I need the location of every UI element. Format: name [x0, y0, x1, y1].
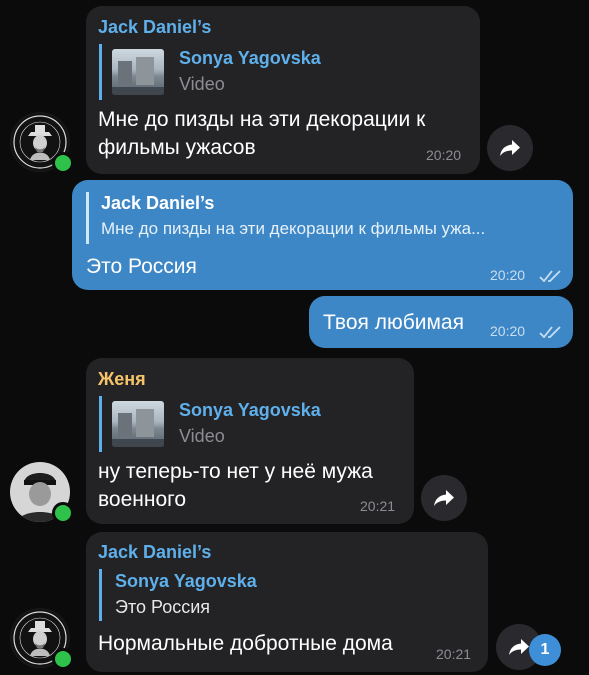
sender-name[interactable]: Jack Daniel’s: [98, 17, 211, 38]
message-bubble-1[interactable]: Jack Daniel’s Sonya Yagovska Video Мне д…: [86, 6, 480, 174]
message-time: 20:21: [360, 498, 396, 514]
reply-preview[interactable]: Sonya Yagovska Это Россия: [99, 569, 257, 621]
unread-count-badge[interactable]: 1: [529, 634, 561, 666]
message-time: 20:20: [490, 323, 526, 339]
forward-icon: [434, 490, 454, 506]
sender-name[interactable]: Женя: [98, 369, 146, 390]
reply-preview[interactable]: Sonya Yagovska Video: [99, 396, 321, 452]
message-text: Это Россия: [86, 255, 197, 278]
online-indicator: [52, 648, 74, 670]
avatar-jack-daniels[interactable]: [10, 608, 74, 670]
reply-snippet: Video: [179, 74, 225, 94]
forward-icon: [509, 639, 529, 655]
forward-button[interactable]: [487, 125, 533, 171]
message-bubble-3[interactable]: Твоя любимая 20:20: [309, 296, 573, 348]
online-indicator: [52, 502, 74, 524]
message-line: ну теперь-то нет у неё мужа: [98, 460, 373, 483]
message-line: военного: [98, 488, 187, 511]
message-time: 20:20: [490, 267, 526, 283]
reply-author: Sonya Yagovska: [115, 571, 257, 591]
message-bubble-2[interactable]: Jack Daniel’s Мне до пизды на эти декора…: [72, 180, 573, 290]
message-text: Мне до пизды на эти декорации к фильмы у…: [98, 106, 425, 162]
video-thumbnail: [112, 401, 164, 447]
sender-name[interactable]: Jack Daniel’s: [98, 542, 211, 563]
message-text: Нормальные добротные дома: [98, 632, 393, 655]
message-text: Твоя любимая: [323, 311, 464, 334]
message-line: фильмы ужасов: [98, 136, 256, 159]
reply-author: Sonya Yagovska: [179, 48, 321, 68]
message-text: ну теперь-то нет у неё мужа военного: [98, 458, 373, 514]
reply-snippet: Это Россия: [115, 597, 211, 617]
avatar-jack-daniels[interactable]: [10, 112, 74, 174]
online-indicator: [52, 152, 74, 174]
reply-author: Jack Daniel’s: [101, 193, 215, 213]
double-check-icon: [539, 270, 561, 283]
reply-preview[interactable]: Jack Daniel’s Мне до пизды на эти декора…: [86, 192, 485, 244]
message-line: Мне до пизды на эти декорации к: [98, 108, 426, 131]
forward-button[interactable]: [421, 475, 467, 521]
message-bubble-4[interactable]: Женя Sonya Yagovska Video ну теперь-то н…: [86, 358, 414, 524]
reply-preview[interactable]: Sonya Yagovska Video: [99, 44, 321, 100]
video-thumbnail: [112, 49, 164, 95]
message-bubble-5[interactable]: Jack Daniel’s Sonya Yagovska Это Россия …: [86, 532, 488, 672]
reply-author: Sonya Yagovska: [179, 400, 321, 420]
reply-snippet: Video: [179, 426, 225, 446]
message-time: 20:20: [426, 147, 462, 163]
double-check-icon: [539, 326, 561, 339]
reply-snippet: Мне до пизды на эти декорации к фильмы у…: [101, 219, 486, 238]
message-time: 20:21: [436, 646, 472, 662]
avatar-zhenya[interactable]: [10, 462, 74, 524]
forward-icon: [500, 140, 520, 156]
